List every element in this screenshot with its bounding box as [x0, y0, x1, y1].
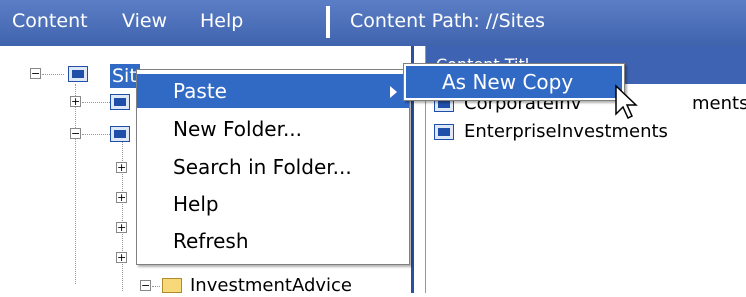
expand-icon[interactable]: + — [116, 252, 127, 263]
paste-submenu: As New Copy — [403, 63, 625, 101]
collapse-icon[interactable]: − — [140, 280, 151, 291]
menu-help[interactable]: Help — [200, 9, 243, 33]
site-icon — [434, 124, 454, 140]
list-item-label-tail: ments — [692, 93, 746, 114]
expand-icon[interactable]: + — [70, 96, 81, 107]
collapse-icon[interactable]: − — [30, 68, 41, 79]
tree-connector — [82, 134, 110, 135]
expand-icon[interactable]: + — [116, 222, 127, 233]
tree-node-investment-advice[interactable]: InvestmentAdvice — [190, 275, 352, 297]
mouse-cursor-icon — [615, 84, 638, 120]
site-icon — [68, 66, 88, 82]
submenu-as-new-copy[interactable]: As New Copy — [406, 66, 622, 98]
context-menu: Paste New Folder... Search in Folder... … — [136, 69, 410, 265]
menu-view[interactable]: View — [122, 9, 167, 33]
menu-bar: Content View Help Content Path: //Sites — [0, 0, 746, 46]
submenu-arrow-icon — [390, 86, 397, 98]
expand-icon[interactable]: + — [116, 192, 127, 203]
context-menu-help[interactable]: Help — [137, 187, 409, 221]
folder-icon — [162, 278, 182, 293]
tree-connector — [152, 286, 160, 287]
context-menu-paste[interactable]: Paste — [137, 74, 409, 108]
menu-separator — [326, 6, 330, 38]
context-menu-paste-label: Paste — [173, 79, 227, 103]
content-path: Content Path: //Sites — [350, 10, 545, 32]
context-menu-new-folder[interactable]: New Folder... — [137, 112, 409, 146]
menu-content[interactable]: Content — [12, 9, 88, 33]
expand-icon[interactable]: + — [116, 162, 127, 173]
context-menu-search-in-folder[interactable]: Search in Folder... — [137, 150, 409, 184]
site-icon — [110, 126, 130, 142]
tree-connector — [75, 84, 76, 284]
tree-connector — [82, 102, 110, 103]
tree-connector — [42, 74, 64, 75]
site-icon — [110, 94, 130, 110]
collapse-icon[interactable]: − — [70, 128, 81, 139]
context-menu-refresh[interactable]: Refresh — [137, 224, 409, 258]
